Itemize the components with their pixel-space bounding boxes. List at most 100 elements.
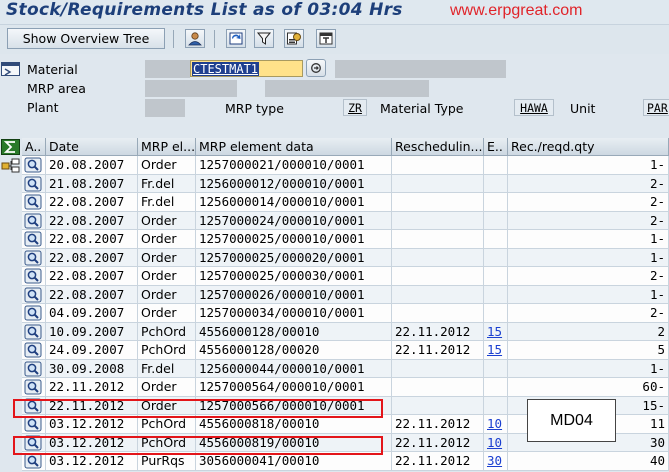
row-details-cell[interactable] (22, 267, 46, 285)
cell-exc[interactable]: 15 (484, 341, 508, 359)
cell-exc (484, 378, 508, 396)
cell-data: 1257000024/000010/0001 (196, 211, 392, 230)
col-header-mrp-element[interactable]: MRP el... (138, 138, 196, 156)
magnifier-icon[interactable] (24, 324, 42, 340)
plant-label: Plant (27, 100, 59, 115)
unit-value: PAR (643, 99, 669, 116)
magnifier-icon[interactable] (24, 194, 42, 210)
cell-data: 1256000044/000010/0001 (196, 359, 392, 378)
cell-resched: 22.11.2012 (392, 415, 484, 433)
row-details-cell[interactable] (22, 211, 46, 230)
cell-resched (392, 285, 484, 304)
magnifier-icon[interactable] (24, 305, 42, 321)
exception-link[interactable]: 10 (487, 435, 502, 450)
magnifier-icon[interactable] (24, 231, 42, 247)
col-header-rec-reqd-qty[interactable]: Rec./reqd.qty (508, 138, 669, 156)
exception-link[interactable]: 30 (487, 453, 502, 468)
hierarchy-icon[interactable] (1, 158, 21, 174)
magnifier-icon[interactable] (24, 268, 42, 284)
cell-element: PchOrd (138, 322, 196, 341)
cell-qty: 2- (508, 174, 669, 193)
magnifier-icon[interactable] (24, 287, 42, 303)
material-lookup-button[interactable] (306, 59, 326, 77)
cell-date: 24.09.2007 (46, 341, 138, 359)
exception-link[interactable]: 15 (487, 342, 502, 357)
show-overview-tree-button[interactable]: Show Overview Tree (7, 28, 165, 49)
table-row[interactable]: 30.09.2008 Fr.del 1256000044/000010/0001 1- (22, 359, 669, 378)
col-header-date[interactable]: Date (46, 138, 138, 156)
row-details-cell[interactable] (22, 322, 46, 341)
row-details-cell[interactable] (22, 156, 46, 174)
cell-exc (484, 174, 508, 193)
cell-exc[interactable]: 10 (484, 415, 508, 433)
exception-link[interactable]: 10 (487, 416, 502, 431)
sum-icon[interactable] (1, 139, 20, 155)
filter-icon[interactable] (254, 29, 274, 48)
cell-resched (392, 359, 484, 378)
row-details-cell[interactable] (22, 248, 46, 267)
row-details-cell[interactable] (22, 193, 46, 211)
exception-link[interactable]: 15 (487, 324, 502, 339)
table-row[interactable]: 22.08.2007 Order 1257000025/000030/0001 2- (22, 267, 669, 286)
export-icon[interactable] (316, 29, 336, 48)
cell-exc[interactable]: 10 (484, 433, 508, 452)
cell-resched (392, 211, 484, 230)
table-row[interactable]: 22.08.2007 Order 1257000025/000010/0001 1- (22, 230, 669, 249)
row-details-cell[interactable] (22, 174, 46, 193)
magnifier-icon[interactable] (24, 379, 42, 395)
cell-data: 1257000025/000030/0001 (196, 267, 392, 285)
cell-exc (484, 248, 508, 267)
refresh-icon[interactable] (226, 29, 246, 48)
table-row[interactable]: 21.08.2007 Fr.del 1256000012/000010/0001 2- (22, 174, 669, 193)
table-row[interactable]: 20.08.2007 Order 1257000021/000010/0001 1- (22, 156, 669, 175)
magnifier-icon[interactable] (24, 342, 42, 358)
col-header-exception[interactable]: E.. (484, 138, 508, 156)
settings-icon[interactable] (284, 29, 304, 48)
table-row[interactable]: 10.09.2007 PchOrd 4556000128/00010 22.11.20… (22, 322, 669, 341)
cell-exc[interactable]: 30 (484, 452, 508, 470)
mrp-type-label: MRP type (225, 101, 284, 116)
table-row[interactable]: 22.11.2012 Order 1257000564/000010/0001 60- (22, 378, 669, 397)
cell-exc (484, 193, 508, 211)
magnifier-icon[interactable] (24, 213, 42, 229)
table-row[interactable]: 22.08.2007 Order 1257000024/000010/0001 2- (22, 211, 669, 230)
magnifier-icon[interactable] (24, 250, 42, 266)
row-details-cell[interactable] (22, 359, 46, 378)
cell-date: 22.08.2007 (46, 285, 138, 304)
row-details-cell[interactable] (22, 304, 46, 322)
cell-resched: 22.11.2012 (392, 452, 484, 470)
col-header-a[interactable]: A.. (22, 138, 46, 156)
table-row[interactable]: 22.08.2007 Fr.del 1256000014/000010/0001 2- (22, 193, 669, 212)
cell-resched (392, 396, 484, 415)
col-header-rescheduling[interactable]: Reschedulin... (392, 138, 484, 156)
magnifier-icon[interactable] (24, 361, 42, 377)
person-icon[interactable] (185, 29, 205, 48)
table-row[interactable]: 04.09.2007 Order 1257000034/000010/0001 2- (22, 304, 669, 323)
cell-element: Order (138, 156, 196, 174)
magnifier-icon[interactable] (24, 157, 42, 173)
cell-resched (392, 248, 484, 267)
magnifier-icon[interactable] (24, 416, 42, 432)
cell-exc (484, 285, 508, 304)
row-details-cell[interactable] (22, 230, 46, 248)
magnifier-icon[interactable] (24, 453, 42, 469)
cell-exc[interactable]: 15 (484, 322, 508, 341)
row-details-cell[interactable] (22, 341, 46, 359)
cell-date: 22.08.2007 (46, 267, 138, 285)
row-details-cell[interactable] (22, 378, 46, 396)
cell-qty: 2- (508, 193, 669, 211)
cell-resched (392, 193, 484, 211)
col-header-mrp-element-data[interactable]: MRP element data (196, 138, 392, 156)
cell-data: 4556000128/00020 (196, 341, 392, 359)
material-input[interactable]: CTESTMAT1 (190, 60, 303, 77)
table-row[interactable]: 22.08.2007 Order 1257000026/000010/0001 1- (22, 285, 669, 304)
cell-qty: 1- (508, 285, 669, 304)
table-row[interactable]: 22.08.2007 Order 1257000025/000020/0001 1- (22, 248, 669, 267)
cell-qty: 2- (508, 267, 669, 285)
cell-date: 10.09.2007 (46, 322, 138, 341)
magnifier-icon[interactable] (24, 176, 42, 192)
material-header-icon[interactable] (1, 62, 21, 77)
row-details-cell[interactable] (22, 285, 46, 304)
table-row[interactable]: 24.09.2007 PchOrd 4556000128/00020 22.11.20… (22, 341, 669, 360)
cell-data: 1257000034/000010/0001 (196, 304, 392, 322)
